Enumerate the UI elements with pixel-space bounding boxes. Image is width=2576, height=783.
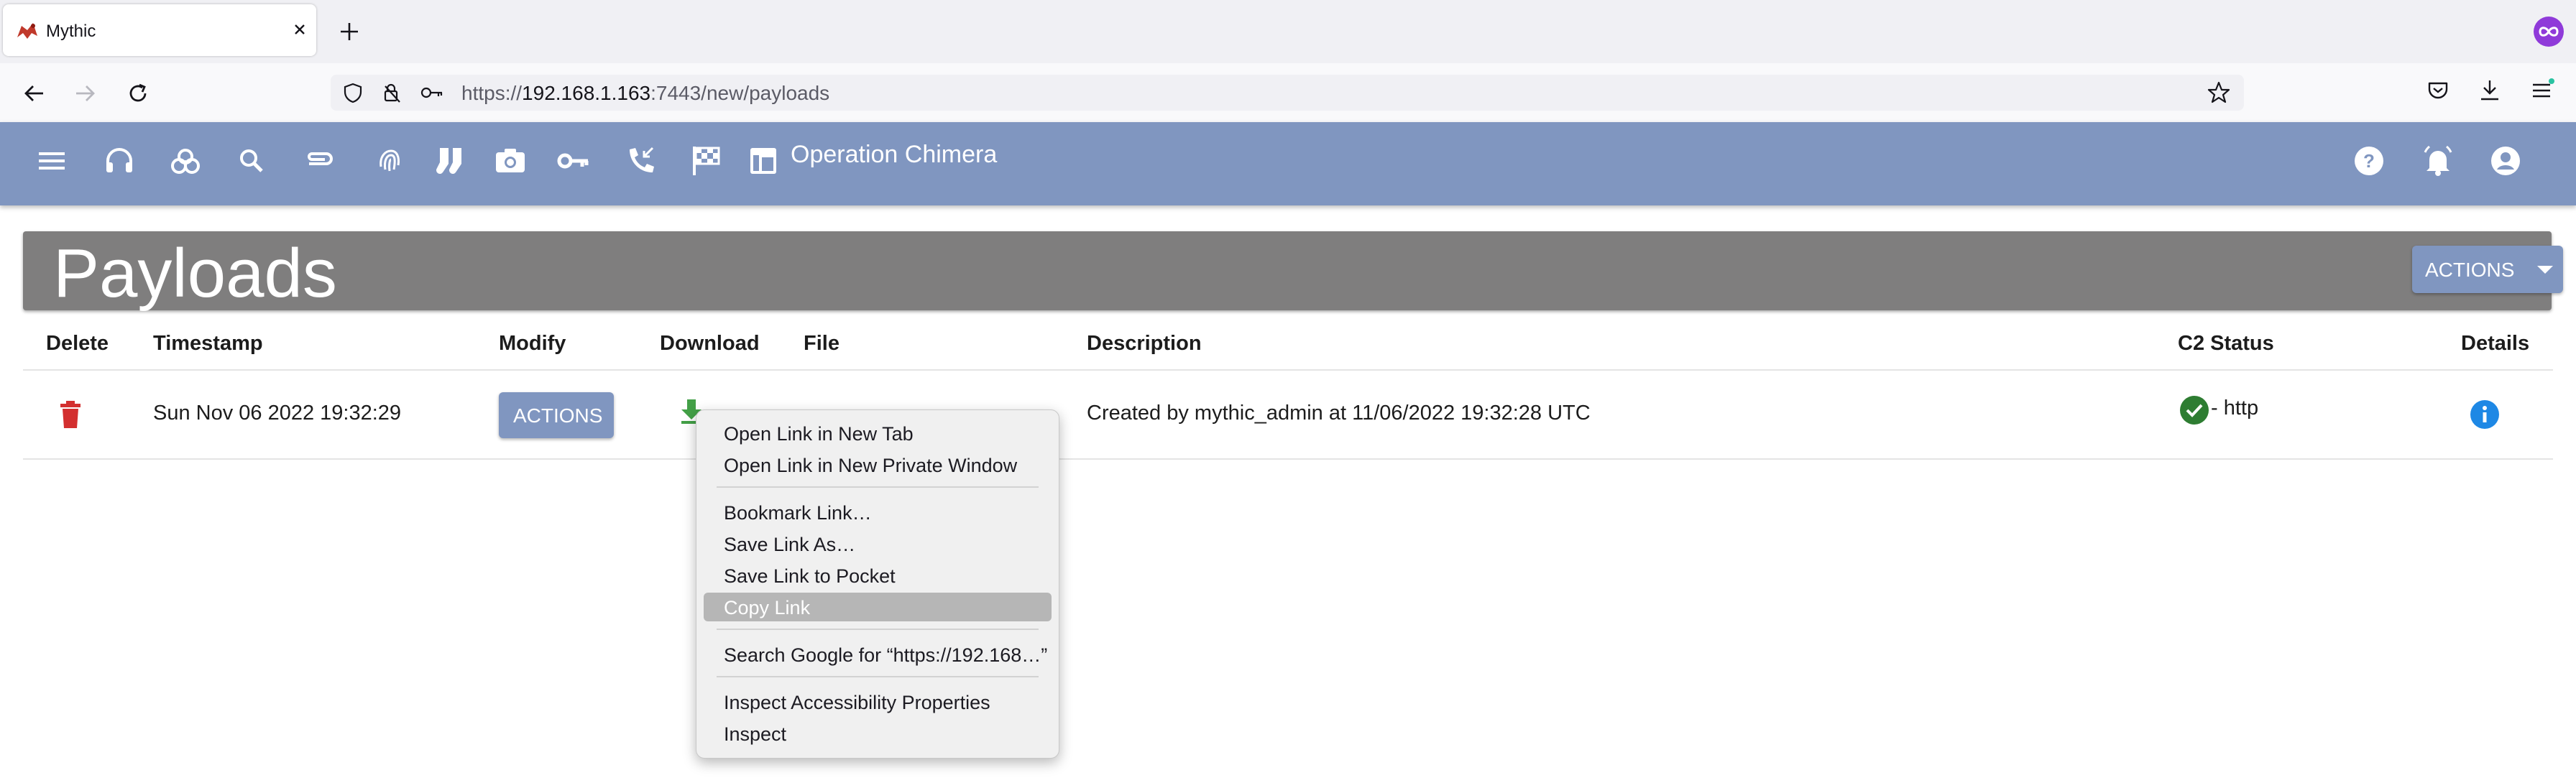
account-circle-icon[interactable] (2487, 142, 2524, 180)
svg-text:?: ? (2363, 150, 2375, 172)
pocket-icon[interactable] (2424, 76, 2452, 105)
menu-separator (717, 629, 1039, 630)
header-download: Download (660, 332, 760, 355)
url-bar[interactable]: https://192.168.1.163:7443/new/payloads (331, 75, 2244, 111)
menu-item-inspect[interactable]: Inspect (704, 719, 1052, 748)
menu-item-search-google[interactable]: Search Google for “https://192.168…” (704, 640, 1052, 669)
lock-warning-icon[interactable] (381, 82, 402, 103)
url-text[interactable]: https://192.168.1.163:7443/new/payloads (461, 82, 829, 105)
back-arrow-icon[interactable] (19, 78, 50, 109)
header-file: File (804, 332, 840, 355)
menu-separator (717, 676, 1039, 677)
paperclip-icon[interactable] (300, 142, 338, 180)
socks-icon[interactable] (433, 142, 470, 180)
payload-timestamp: Sun Nov 06 2022 19:32:29 (153, 402, 402, 425)
page-title: Payloads (53, 235, 337, 312)
header-details: Details (2461, 332, 2530, 355)
menu-separator (717, 486, 1039, 488)
header-timestamp: Timestamp (153, 332, 263, 355)
c2-status-text: - http (2211, 397, 2259, 420)
app-toolbar: Operation Chimera ? (0, 122, 2576, 205)
close-tab-icon[interactable] (288, 17, 312, 42)
bookmark-star-icon[interactable] (2207, 80, 2231, 105)
menu-item-copy-link[interactable]: Copy Link (704, 593, 1052, 621)
headphones-icon[interactable] (101, 142, 138, 180)
menu-item-save-to-pocket[interactable]: Save Link to Pocket (704, 561, 1052, 590)
hamburger-menu-icon[interactable] (33, 142, 70, 180)
header-description: Description (1087, 332, 1202, 355)
menu-item-open-new-tab[interactable]: Open Link in New Tab (704, 419, 1052, 448)
forward-arrow-icon[interactable] (69, 78, 101, 109)
new-tab-icon[interactable] (336, 19, 362, 45)
reload-icon[interactable] (122, 78, 154, 109)
menu-item-inspect-accessibility[interactable]: Inspect Accessibility Properties (704, 687, 1052, 716)
menu-item-bookmark-link[interactable]: Bookmark Link… (704, 498, 1052, 527)
table-layout-icon[interactable] (745, 142, 782, 180)
downloads-icon[interactable] (2475, 76, 2504, 105)
modify-actions-label: ACTIONS (513, 404, 603, 427)
callback-phone-icon[interactable] (622, 142, 660, 180)
mythic-logo-icon (17, 23, 37, 39)
payload-description: Created by mythic_admin at 11/06/2022 19… (1087, 402, 1591, 425)
caret-down-icon (2537, 266, 2553, 274)
menu-item-save-link-as[interactable]: Save Link As… (704, 529, 1052, 558)
menu-item-open-private-window[interactable]: Open Link in New Private Window (704, 450, 1052, 479)
header-delete: Delete (46, 332, 109, 355)
app-menu-icon[interactable] (2527, 76, 2556, 105)
help-icon[interactable]: ? (2350, 142, 2388, 180)
search-icon[interactable] (233, 142, 270, 180)
operation-name[interactable]: Operation Chimera (791, 141, 997, 169)
key-icon[interactable] (555, 142, 592, 180)
tracking-shield-icon[interactable] (342, 82, 364, 103)
modify-actions-button[interactable]: ACTIONS (499, 392, 614, 438)
row-divider (23, 458, 2553, 460)
browser-tab-strip: Mythic (0, 0, 2576, 63)
info-icon[interactable] (2470, 399, 2500, 430)
header-divider (23, 369, 2553, 371)
link-context-menu: Open Link in New Tab Open Link in New Pr… (696, 409, 1059, 759)
checkered-flag-icon[interactable] (687, 142, 724, 180)
c2-status-check-icon (2180, 396, 2209, 425)
actions-label: ACTIONS (2425, 259, 2515, 281)
header-modify: Modify (499, 332, 566, 355)
notification-bell-icon[interactable] (2419, 142, 2457, 180)
delete-trash-icon[interactable] (58, 399, 83, 430)
biohazard-icon[interactable] (167, 142, 204, 180)
key-icon[interactable] (420, 82, 444, 103)
camera-icon[interactable] (492, 142, 529, 180)
fingerprint-icon[interactable] (371, 142, 408, 180)
actions-dropdown-button[interactable]: ACTIONS (2412, 246, 2563, 293)
browser-tab[interactable]: Mythic (3, 4, 316, 56)
firefox-account-icon[interactable] (2533, 16, 2564, 47)
payloads-header: Payloads ACTIONS (23, 231, 2563, 312)
header-c2-status: C2 Status (2178, 332, 2274, 355)
tab-title: Mythic (46, 22, 96, 41)
